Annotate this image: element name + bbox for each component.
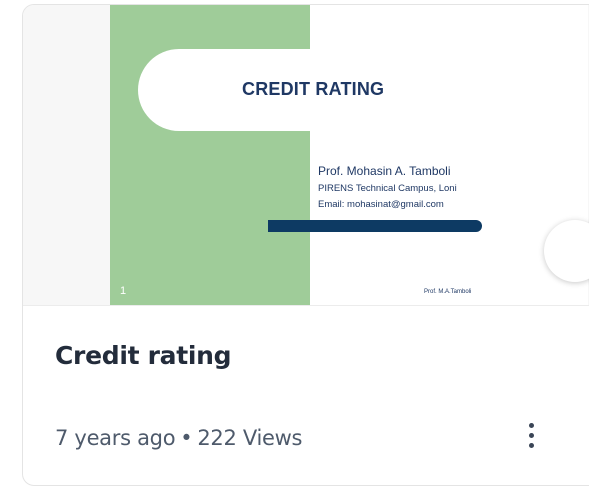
more-options-button[interactable] bbox=[519, 415, 545, 455]
slide-title: CREDIT RATING bbox=[242, 79, 385, 99]
card-title[interactable]: Credit rating bbox=[55, 341, 232, 370]
ellipsis-dot bbox=[529, 433, 534, 438]
ellipsis-dot bbox=[529, 443, 534, 448]
slide-thumbnail[interactable]: CREDIT RATING Prof. Mohasin A. Tamboli P… bbox=[110, 5, 588, 305]
slide-footer: Prof. M.A.Tamboli bbox=[424, 289, 472, 295]
thumbnail-area[interactable]: CREDIT RATING Prof. Mohasin A. Tamboli P… bbox=[23, 5, 589, 306]
slide-email: Email: mohasinat@gmail.com bbox=[318, 199, 444, 210]
meta-separator: • bbox=[180, 426, 193, 450]
ellipsis-dot bbox=[529, 423, 534, 428]
view-count: 222 Views bbox=[197, 426, 303, 450]
slide-author: Prof. Mohasin A. Tamboli bbox=[318, 164, 451, 178]
slide-number: 1 bbox=[120, 285, 127, 297]
slide-accent-bar bbox=[268, 220, 482, 232]
upload-age: 7 years ago bbox=[55, 426, 176, 450]
slide-organization: PIRENS Technical Campus, Loni bbox=[318, 183, 457, 194]
presentation-card[interactable]: CREDIT RATING Prof. Mohasin A. Tamboli P… bbox=[22, 4, 589, 486]
card-meta: 7 years ago • 222 Views bbox=[55, 426, 302, 450]
